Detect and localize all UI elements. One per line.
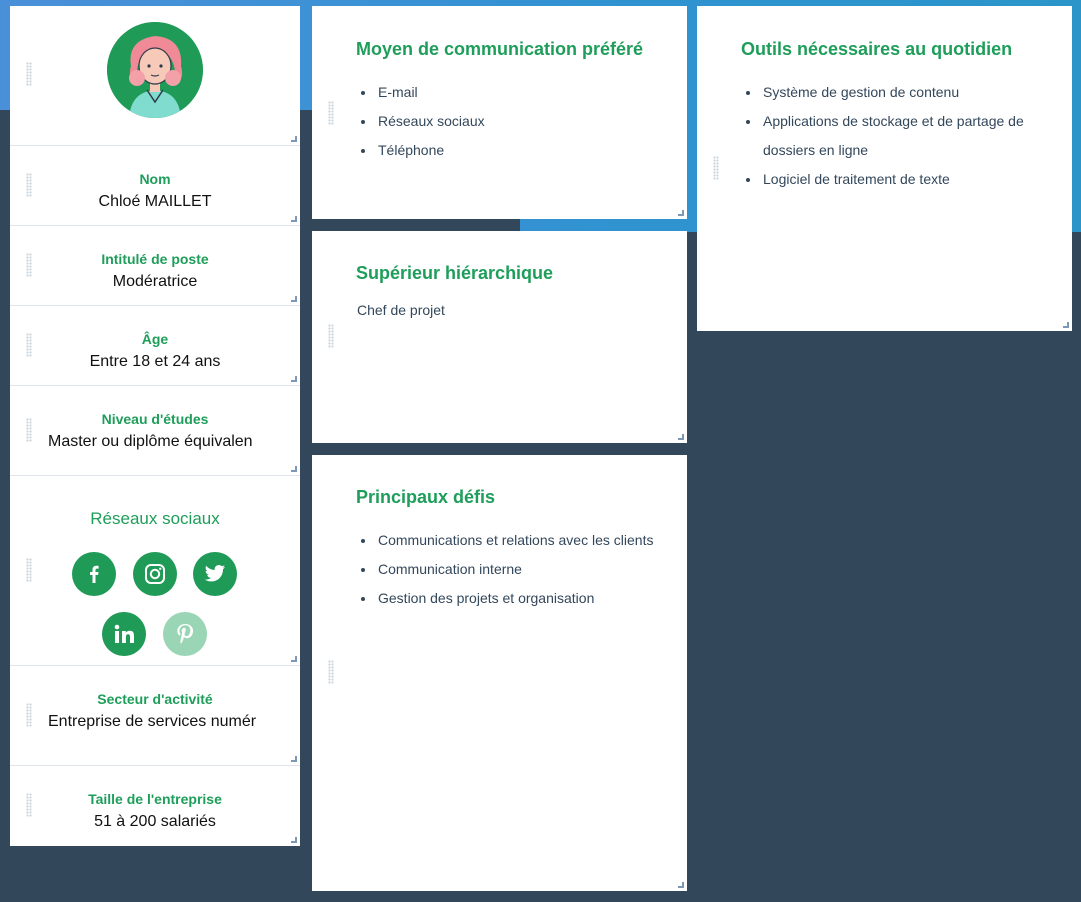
company-size-value: 51 à 200 salariés [94,813,216,830]
resize-handle-icon[interactable] [291,837,297,843]
education-section[interactable] [10,386,300,475]
list-item: Réseaux sociaux [356,107,676,136]
drag-handle-icon[interactable] [26,558,32,582]
education-value: Master ou diplôme équivalen [48,433,253,450]
drag-handle-icon[interactable] [713,156,719,180]
list-item: Applications de stockage et de partage d… [741,107,1041,165]
resize-handle-icon[interactable] [291,216,297,222]
age-label: Âge [141,331,169,347]
resize-handle-icon[interactable] [291,756,297,762]
drag-handle-icon[interactable] [328,324,334,348]
tools-title: Outils nécessaires au quotidien [741,39,1013,59]
challenges-title: Principaux défis [356,487,496,507]
job-title-value: Modératrice [112,273,198,290]
education-label: Niveau d'études [101,411,209,427]
job-title-label: Intitulé de poste [101,251,209,267]
list-item: Communication interne [356,555,656,584]
avatar-illustration-icon [107,22,203,118]
challenges-card[interactable]: Principaux défis Communications et relat… [312,455,687,891]
list-item: Système de gestion de contenu [741,78,1041,107]
list-item: Gestion des projets et organisation [356,584,656,613]
list-item: Logiciel de traitement de texte [741,165,1041,194]
company-size-label: Taille de l'entreprise [88,791,222,807]
communication-title: Moyen de communication préféré [356,39,644,59]
list-item: Communications et relations avec les cli… [356,526,656,555]
list-item: Téléphone [356,136,676,165]
drag-handle-icon[interactable] [328,101,334,125]
pinterest-icon[interactable] [163,612,207,656]
drag-handle-icon[interactable] [328,660,334,684]
tools-list: Système de gestion de contenu Applicatio… [741,78,1041,194]
resize-handle-icon[interactable] [1063,322,1069,328]
challenges-list: Communications et relations avec les cli… [356,526,656,613]
manager-value: Chef de projet [357,302,445,318]
resize-handle-icon[interactable] [291,656,297,662]
linkedin-icon[interactable] [102,612,146,656]
resize-handle-icon[interactable] [291,296,297,302]
twitter-icon[interactable] [193,552,237,596]
avatar [107,22,203,118]
resize-handle-icon[interactable] [291,376,297,382]
resize-handle-icon[interactable] [291,136,297,142]
social-title: Réseaux sociaux [90,509,220,528]
resize-handle-icon[interactable] [678,210,684,216]
industry-label: Secteur d'activité [97,691,213,707]
list-item: E-mail [356,78,676,107]
manager-title: Supérieur hiérarchique [356,263,554,283]
name-label: Nom [139,171,171,187]
industry-value: Entreprise de services numér [48,713,257,730]
tools-card[interactable]: Outils nécessaires au quotidien Système … [697,6,1072,331]
facebook-icon[interactable] [72,552,116,596]
age-value: Entre 18 et 24 ans [89,353,221,370]
communication-list: E-mail Réseaux sociaux Téléphone [356,78,676,165]
resize-handle-icon[interactable] [678,882,684,888]
communication-card[interactable]: Moyen de communication préféré E-mail Ré… [312,6,687,219]
drag-handle-icon[interactable] [26,62,32,86]
instagram-icon[interactable] [133,552,177,596]
manager-card[interactable]: Supérieur hiérarchique Chef de projet [312,231,687,443]
resize-handle-icon[interactable] [291,466,297,472]
resize-handle-icon[interactable] [678,434,684,440]
name-value: Chloé MAILLET [98,193,212,210]
